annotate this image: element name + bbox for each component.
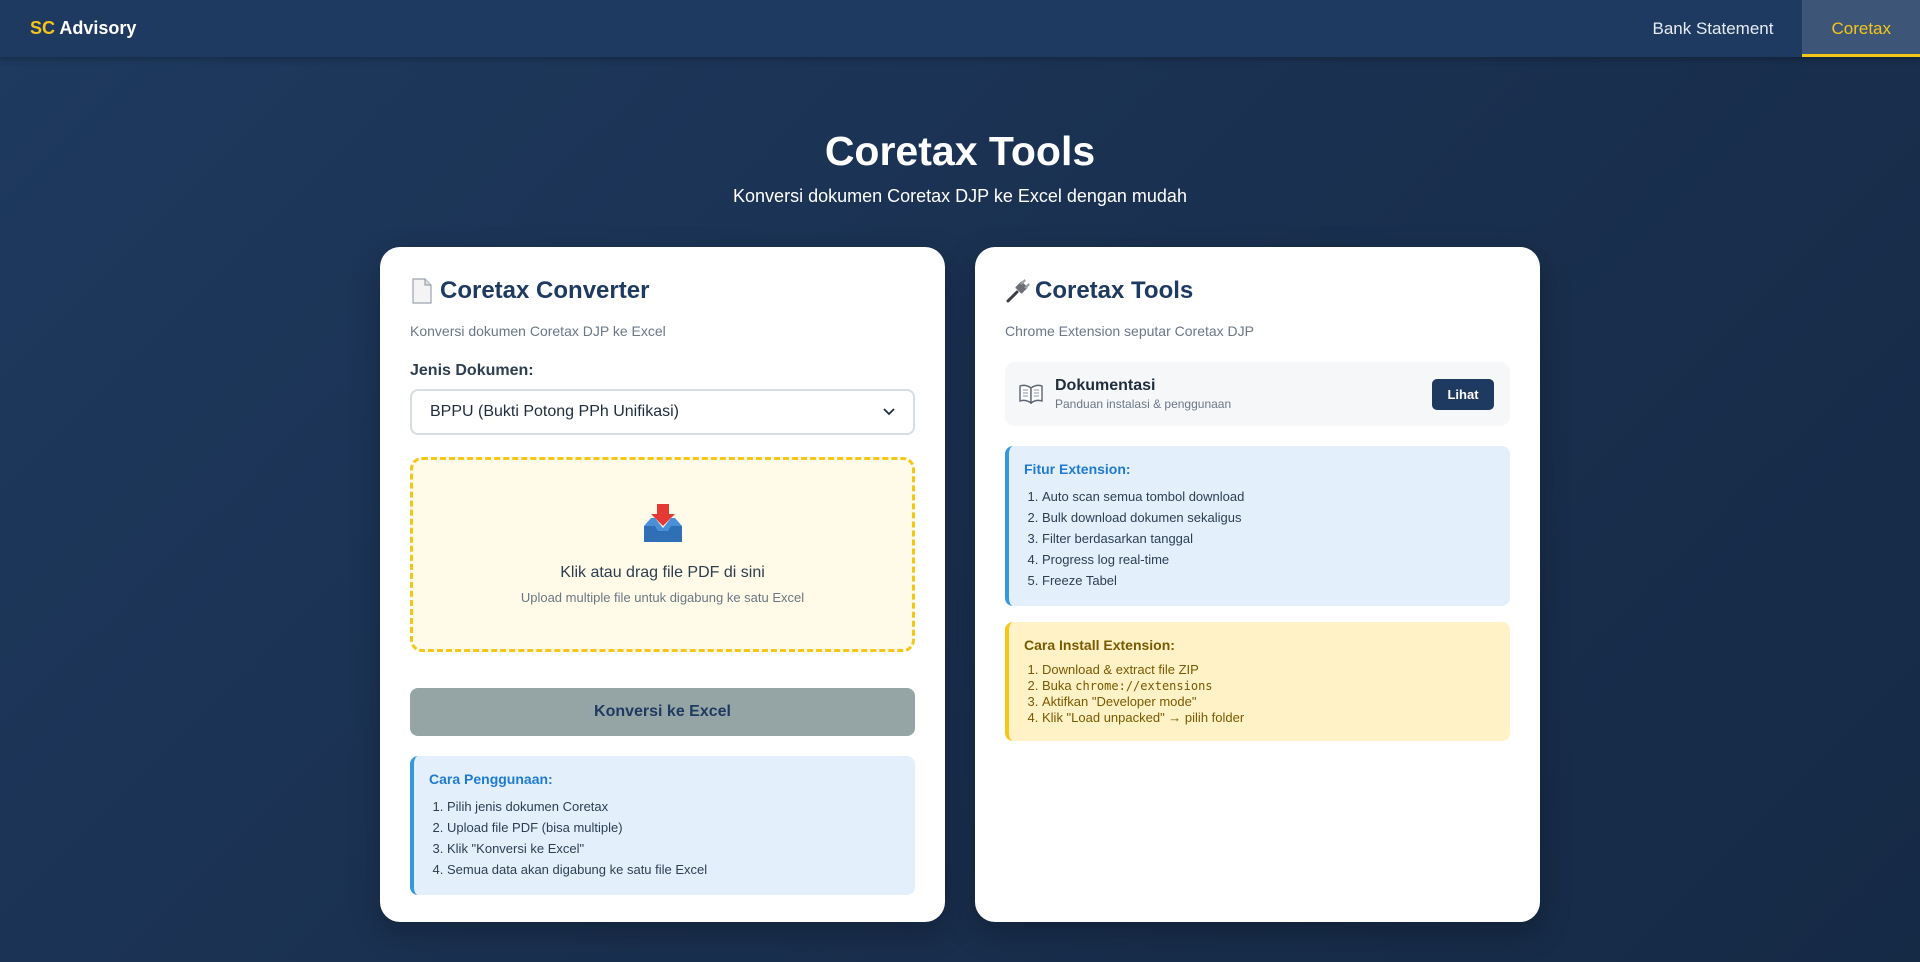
nav-links: Bank Statement Coretax xyxy=(1624,0,1920,57)
features-info-box: Fitur Extension: Auto scan semua tombol … xyxy=(1005,446,1510,606)
tools-card: Coretax Tools Chrome Extension seputar C… xyxy=(975,247,1540,922)
plug-icon xyxy=(1005,278,1030,304)
convert-to-excel-button[interactable]: Konversi ke Excel xyxy=(410,688,915,736)
list-item: Filter berdasarkan tanggal xyxy=(1042,528,1494,549)
extensions-url-code: chrome://extensions xyxy=(1075,679,1213,693)
install-title: Cara Install Extension: xyxy=(1024,637,1175,653)
nav-link-bank-statement[interactable]: Bank Statement xyxy=(1624,0,1803,57)
list-item: Klik "Konversi ke Excel" xyxy=(447,838,899,859)
tools-title: Coretax Tools xyxy=(1005,277,1510,305)
pdf-dropzone[interactable]: Klik atau drag file PDF di sini Upload m… xyxy=(410,457,915,652)
install-info-box: Cara Install Extension: Download & extra… xyxy=(1005,622,1510,741)
top-navbar: SC Advisory Bank Statement Coretax xyxy=(0,0,1920,57)
page-subtitle: Konversi dokumen Coretax DJP ke Excel de… xyxy=(733,186,1187,206)
documentation-title: Dokumentasi xyxy=(1055,377,1156,394)
brand-accent: SC xyxy=(30,18,56,38)
documentation-text: Dokumentasi Panduan instalasi & pengguna… xyxy=(1055,377,1231,411)
install-steps-list: Download & extract file ZIP Buka chrome:… xyxy=(1024,662,1494,726)
view-documentation-button[interactable]: Lihat xyxy=(1432,379,1494,410)
chevron-down-icon xyxy=(883,403,895,421)
doc-type-selected-value: BPPU (Bukti Potong PPh Unifikasi) xyxy=(430,403,679,420)
converter-subtitle: Konversi dokumen Coretax DJP ke Excel xyxy=(410,323,666,339)
features-list: Auto scan semua tombol download Bulk dow… xyxy=(1024,486,1494,591)
list-item: Aktifkan "Developer mode" xyxy=(1042,694,1494,710)
brand-logo[interactable]: SC Advisory xyxy=(30,18,136,39)
open-book-icon xyxy=(1019,384,1043,405)
inbox-tray-icon xyxy=(641,502,685,546)
features-title: Fitur Extension: xyxy=(1024,461,1131,477)
list-item: Upload file PDF (bisa multiple) xyxy=(447,817,899,838)
list-item: Auto scan semua tombol download xyxy=(1042,486,1494,507)
list-item: Freeze Tabel xyxy=(1042,570,1494,591)
usage-title: Cara Penggunaan: xyxy=(429,771,553,787)
list-item: Klik "Load unpacked" → pilih folder xyxy=(1042,710,1494,726)
list-item: Semua data akan digabung ke satu file Ex… xyxy=(447,859,899,880)
usage-steps-list: Pilih jenis dokumen Coretax Upload file … xyxy=(429,796,899,880)
doc-type-label: Jenis Dokumen: xyxy=(410,362,534,379)
converter-title: Coretax Converter xyxy=(410,277,915,305)
list-item: Progress log real-time xyxy=(1042,549,1494,570)
list-item: Bulk download dokumen sekaligus xyxy=(1042,507,1494,528)
nav-link-coretax[interactable]: Coretax xyxy=(1802,0,1920,57)
documentation-row: Dokumentasi Panduan instalasi & pengguna… xyxy=(1005,362,1510,426)
list-item: Buka chrome://extensions xyxy=(1042,678,1494,694)
converter-title-text: Coretax Converter xyxy=(440,277,650,304)
converter-card: Coretax Converter Konversi dokumen Coret… xyxy=(380,247,945,922)
dropzone-hint: Upload multiple file untuk digabung ke s… xyxy=(520,590,805,605)
brand-name: Advisory xyxy=(55,18,137,38)
usage-info-box: Cara Penggunaan: Pilih jenis dokumen Cor… xyxy=(410,756,915,895)
dropzone-instruction: Klik atau drag file PDF di sini xyxy=(560,564,765,581)
list-item: Download & extract file ZIP xyxy=(1042,662,1494,678)
page-title: Coretax Tools xyxy=(824,128,1096,174)
doc-type-select[interactable]: BPPU (Bukti Potong PPh Unifikasi) xyxy=(410,389,915,435)
document-icon xyxy=(410,278,434,304)
install-step-text: Buka xyxy=(1042,678,1076,693)
tools-title-text: Coretax Tools xyxy=(1035,277,1194,304)
documentation-subtitle: Panduan instalasi & penggunaan xyxy=(1055,397,1232,411)
list-item: Pilih jenis dokumen Coretax xyxy=(447,796,899,817)
tools-subtitle: Chrome Extension seputar Coretax DJP xyxy=(1005,323,1254,339)
